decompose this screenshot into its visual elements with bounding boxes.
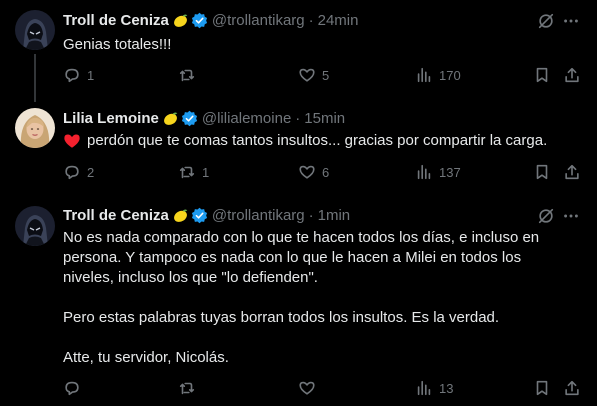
lemon-emoji — [173, 209, 188, 222]
tweet-text: perdón que te comas tantos insultos... g… — [63, 131, 573, 151]
like-button[interactable]: 6 — [298, 162, 329, 182]
repost-button[interactable]: 1 — [178, 162, 209, 182]
repost-button[interactable] — [178, 378, 202, 398]
tweet-text-line: persona. Y tampoco es nada con lo que le… — [63, 249, 522, 266]
like-icon — [299, 381, 315, 395]
repost-icon — [179, 69, 195, 82]
views-button[interactable]: 13 — [415, 378, 453, 398]
reply-button[interactable]: 1 — [63, 65, 94, 85]
tweet-1[interactable]: Troll de Ceniza @trollantikarg · 24min G… — [0, 0, 597, 102]
share-icon — [565, 67, 579, 83]
reply-icon — [65, 68, 79, 83]
author-handle[interactable]: @trollantikarg — [212, 12, 305, 29]
timestamp[interactable]: 15min — [304, 110, 345, 127]
reply-icon — [65, 381, 79, 396]
like-button[interactable]: 5 — [298, 65, 329, 85]
tweet-text-line: Genias totales!!! — [63, 36, 172, 53]
tweet-3[interactable]: Troll de Ceniza @trollantikarg · 1min No… — [0, 196, 597, 406]
action-bar: 13 — [63, 378, 583, 398]
reply-count: 2 — [87, 164, 95, 180]
views-icon — [417, 164, 431, 180]
like-icon — [299, 165, 315, 179]
author-name[interactable]: Troll de Ceniza — [63, 12, 169, 29]
like-icon — [299, 68, 315, 82]
bookmark-button[interactable] — [533, 65, 551, 85]
bookmark-icon — [536, 164, 548, 180]
views-icon — [417, 380, 431, 396]
tweet-text-line: No es nada comparado con lo que te hacen… — [63, 229, 540, 246]
views-count: 170 — [439, 67, 461, 83]
reply-count: 1 — [87, 67, 95, 83]
action-bar: 1 5 170 — [63, 65, 583, 85]
verified-badge-icon — [191, 207, 207, 223]
tweet-text: Genias totales!!! — [63, 35, 573, 55]
avatar-lilia[interactable] — [15, 108, 55, 148]
verified-badge-icon — [181, 110, 197, 126]
tweet-text-line: perdón que te comas tantos insultos... g… — [87, 132, 548, 149]
like-button[interactable] — [298, 378, 322, 398]
share-button[interactable] — [563, 378, 581, 398]
red-heart-emoji — [64, 134, 80, 148]
tweet-text-line: Pero estas palabras tuyas borran todos l… — [63, 309, 500, 326]
action-bar: 2 1 6 137 — [63, 162, 583, 182]
tweet-header: Lilia Lemoine @lilialemoine · 15min — [63, 108, 345, 128]
share-icon — [565, 164, 579, 180]
tweet-text-line: niveles, incluso los que "lo defienden". — [63, 269, 318, 286]
more-icon[interactable] — [562, 12, 580, 30]
repost-icon — [179, 382, 195, 395]
lemon-emoji — [163, 112, 178, 125]
views-icon — [417, 67, 431, 83]
grok-icon[interactable] — [537, 207, 555, 225]
timestamp[interactable]: 1min — [318, 207, 351, 224]
reply-icon — [65, 165, 79, 180]
thread-line — [34, 54, 36, 102]
bookmark-icon — [536, 380, 548, 396]
tweet-text: No es nada comparado con lo que te hacen… — [63, 228, 573, 368]
avatar-troll[interactable] — [15, 206, 55, 246]
separator-dot: · — [295, 109, 301, 127]
like-count: 5 — [322, 67, 330, 83]
tweet-text-line: Atte, tu servidor, Nicolás. — [63, 349, 229, 366]
share-icon — [565, 380, 579, 396]
share-button[interactable] — [563, 162, 581, 182]
author-name[interactable]: Lilia Lemoine — [63, 110, 159, 127]
reply-button[interactable]: 2 — [63, 162, 94, 182]
grok-icon[interactable] — [537, 12, 555, 30]
repost-count: 1 — [202, 164, 210, 180]
tweet-header: Troll de Ceniza @trollantikarg · 24min — [63, 10, 358, 30]
share-button[interactable] — [563, 65, 581, 85]
lemon-emoji — [173, 14, 188, 27]
bookmark-icon — [536, 67, 548, 83]
reply-button[interactable] — [63, 378, 87, 398]
views-button[interactable]: 170 — [415, 65, 461, 85]
tweet-2[interactable]: Lilia Lemoine @lilialemoine · 15min perd… — [0, 100, 597, 196]
avatar-troll[interactable] — [15, 10, 55, 50]
more-icon[interactable] — [562, 207, 580, 225]
views-button[interactable]: 137 — [415, 162, 461, 182]
tweet-header: Troll de Ceniza @trollantikarg · 1min — [63, 205, 350, 225]
timestamp[interactable]: 24min — [318, 12, 359, 29]
author-handle[interactable]: @trollantikarg — [212, 207, 305, 224]
separator-dot: · — [308, 11, 314, 29]
views-count: 137 — [439, 164, 461, 180]
author-name[interactable]: Troll de Ceniza — [63, 207, 169, 224]
separator-dot: · — [308, 206, 314, 224]
bookmark-button[interactable] — [533, 162, 551, 182]
views-count: 13 — [439, 380, 454, 396]
like-count: 6 — [322, 164, 330, 180]
repost-icon — [179, 166, 195, 179]
repost-button[interactable] — [178, 65, 202, 85]
bookmark-button[interactable] — [533, 378, 551, 398]
verified-badge-icon — [191, 12, 207, 28]
author-handle[interactable]: @lilialemoine — [202, 110, 291, 127]
